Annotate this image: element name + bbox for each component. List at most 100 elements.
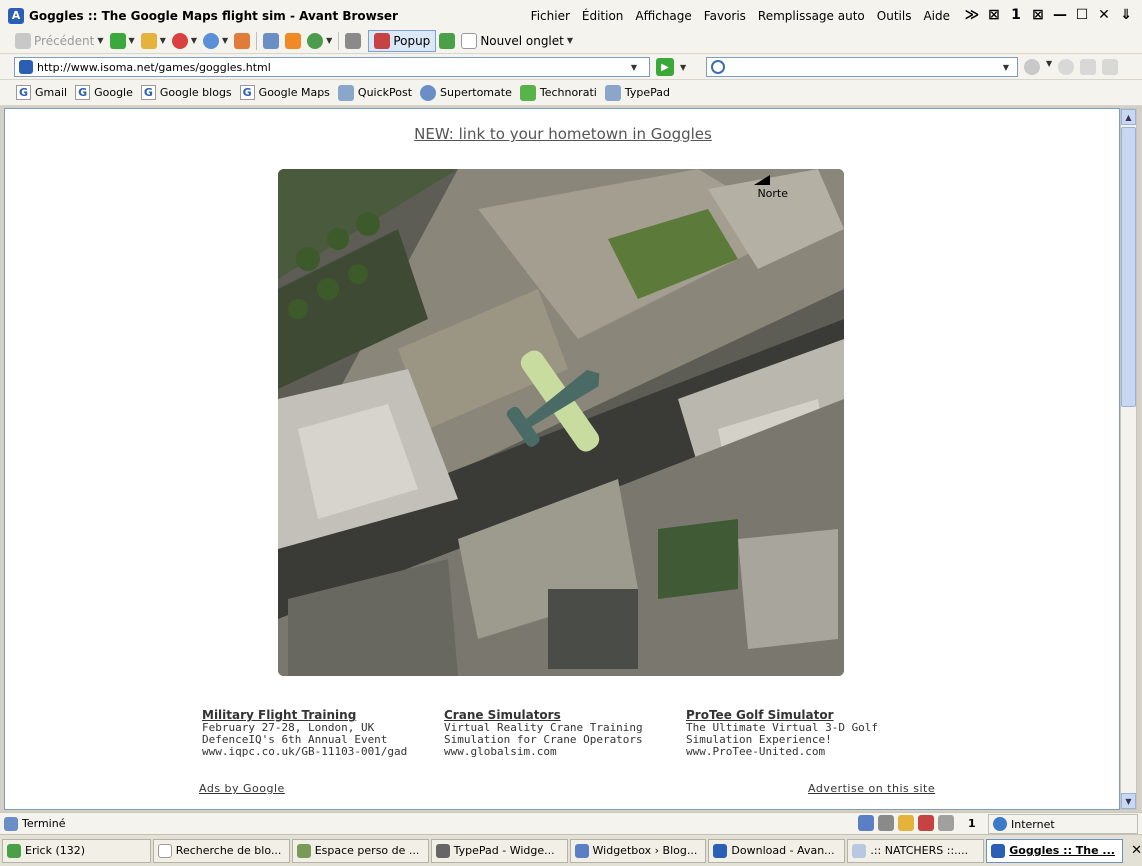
ad-title[interactable]: Military Flight Training — [202, 709, 438, 721]
forward-arrow-icon — [109, 32, 126, 49]
taskbar-item-typepad[interactable]: TypePad - Widge... — [430, 838, 568, 863]
ad-title[interactable]: Crane Simulators — [444, 709, 680, 721]
bookmark-label: Google — [94, 86, 133, 99]
chevron-down-icon[interactable]: ▼ — [222, 36, 228, 45]
google-icon: G — [140, 85, 156, 100]
history-button[interactable]: ▼ — [304, 30, 335, 52]
maximize-icon[interactable]: ☐ — [1074, 7, 1090, 23]
bookmark-google[interactable]: G Google — [71, 85, 137, 100]
chevron-down-icon[interactable]: ▼ — [999, 63, 1013, 72]
task-label: Recherche de blo... — [175, 844, 282, 857]
rss-button[interactable] — [282, 30, 304, 52]
ad-crane-simulators[interactable]: Crane Simulators Virtual Reality Crane T… — [444, 709, 680, 758]
download-arrow-icon[interactable]: ⇓ — [1118, 7, 1134, 23]
menu-edition[interactable]: Édition — [576, 9, 630, 23]
taskbar-item-espace-perso[interactable]: Espace perso de ... — [291, 838, 429, 863]
flash-button[interactable] — [436, 30, 458, 52]
search-go-icon[interactable] — [1024, 59, 1040, 75]
taskbar-item-widgetbox[interactable]: Widgetbox › Blog... — [569, 838, 707, 863]
toolbar-divider — [338, 31, 340, 50]
menu-favoris[interactable]: Favoris — [698, 9, 752, 23]
menu-fichier[interactable]: Fichier — [525, 9, 576, 23]
chevron-down-icon[interactable]: ▼ — [160, 36, 166, 45]
advertise-link[interactable]: Advertise on this site — [808, 782, 935, 795]
chevron-down-icon[interactable]: ▼ — [97, 36, 103, 45]
address-input[interactable] — [37, 60, 627, 74]
ad-military-flight-training[interactable]: Military Flight Training February 27-28,… — [202, 709, 438, 758]
chevron-down-icon[interactable]: ▼ — [326, 36, 332, 45]
chevron-down-icon[interactable]: ▼ — [129, 36, 135, 45]
typepad-icon — [604, 84, 621, 101]
ad-title[interactable]: ProTee Golf Simulator — [686, 709, 922, 721]
ad-protee-golf[interactable]: ProTee Golf Simulator The Ultimate Virtu… — [686, 709, 922, 758]
bookmark-google-blogs[interactable]: G Google blogs — [137, 85, 236, 100]
chevron-down-icon[interactable]: ▼ — [680, 63, 686, 72]
new-tab-button[interactable]: Nouvel onglet ▼ — [458, 30, 576, 52]
bookmark-technorati[interactable]: Technorati — [516, 84, 601, 101]
popup-blocked-icon[interactable] — [918, 815, 934, 831]
window-controls: ≫ ⊠ 1 ⊠ — ☐ ✕ ⇓ — [964, 7, 1134, 23]
refresh-button[interactable]: ▼ — [200, 30, 231, 52]
minimize-icon[interactable]: — — [1052, 7, 1068, 23]
menu-remplissage-auto[interactable]: Remplissage auto — [752, 9, 871, 23]
taskbar-item-download[interactable]: Download - Avan... — [708, 838, 846, 863]
taskbar-item-goggles[interactable]: Goggles :: The ... — [986, 838, 1124, 863]
page-status-icon — [4, 816, 18, 831]
close-icon[interactable]: ✕ — [1096, 7, 1112, 23]
scroll-down-icon[interactable]: ▼ — [1121, 793, 1136, 809]
stop-button[interactable]: ▼ — [169, 30, 200, 52]
taskbar-item-natchers[interactable]: .:: NATCHERS ::.... — [847, 838, 985, 863]
ads-by-google-link[interactable]: Ads by Google — [199, 782, 285, 795]
bookmark-supertomate[interactable]: Supertomate — [416, 84, 516, 101]
chevron-down-icon[interactable]: ▼ — [191, 36, 197, 45]
bookmark-gmail[interactable]: G Gmail — [12, 85, 71, 100]
hometown-link[interactable]: NEW: link to your hometown in Goggles — [5, 125, 1119, 143]
flight-sim-map[interactable]: Norte — [278, 169, 844, 676]
home-button[interactable] — [231, 30, 253, 52]
bookmark-quickpost[interactable]: QuickPost — [334, 84, 416, 101]
favorites-button[interactable] — [260, 30, 282, 52]
find-icon[interactable] — [1080, 59, 1097, 75]
forward-button[interactable]: ▼ — [107, 30, 138, 52]
tools-icon[interactable] — [938, 815, 954, 831]
popup-blocker-button[interactable]: Popup — [368, 29, 437, 52]
ad-url: www.iqpc.co.uk/GB-11103-001/gad — [202, 745, 408, 758]
taskbar: Erick (132) Recherche de blo... Espace p… — [0, 834, 1142, 866]
network-icon[interactable] — [878, 815, 894, 831]
bookmark-google-maps[interactable]: G Google Maps — [236, 85, 334, 100]
chevron-down-icon[interactable]: ▼ — [567, 36, 573, 45]
taskbar-item-erick[interactable]: Erick (132) — [2, 838, 151, 863]
globe-icon — [993, 817, 1007, 831]
close-icon[interactable]: ✕ — [1131, 843, 1142, 858]
highlight-icon[interactable] — [1058, 59, 1075, 75]
menu-outils[interactable]: Outils — [871, 9, 918, 23]
menu-affichage[interactable]: Affichage — [629, 9, 697, 23]
single-window-icon[interactable]: 1 — [1008, 7, 1024, 23]
pen-icon[interactable] — [1102, 59, 1119, 75]
search-input[interactable] — [729, 61, 999, 73]
link-icon[interactable] — [858, 815, 874, 831]
space-icon — [296, 843, 311, 858]
go-button[interactable]: ▶ — [656, 58, 674, 76]
search-icon[interactable] — [711, 60, 725, 74]
google-icon: G — [75, 85, 91, 100]
taskbar-item-recherche[interactable]: Recherche de blo... — [152, 838, 290, 863]
close-tab-icon[interactable]: ⊠ — [1030, 7, 1046, 23]
close-all-icon[interactable]: ⊠ — [986, 7, 1002, 23]
trash-button[interactable] — [342, 30, 364, 52]
menu-aide[interactable]: Aide — [917, 9, 956, 23]
scroll-thumb[interactable] — [1121, 127, 1136, 407]
bookmark-label: Supertomate — [440, 86, 512, 99]
menu-bar: Fichier Édition Affichage Favoris Rempli… — [525, 9, 956, 23]
chevron-down-icon[interactable]: ▼ — [1046, 59, 1052, 75]
vertical-scrollbar[interactable]: ▲ ▼ — [1120, 108, 1137, 810]
google-icon: G — [239, 85, 255, 100]
up-button[interactable]: ▼ — [138, 30, 169, 52]
back-button[interactable]: Précédent ▼ — [12, 30, 107, 52]
scroll-up-icon[interactable]: ▲ — [1121, 109, 1136, 125]
chevron-down-icon[interactable]: ▼ — [627, 63, 641, 72]
more-icon[interactable]: ≫ — [964, 7, 980, 23]
music-icon[interactable] — [898, 815, 914, 831]
bookmark-typepad[interactable]: TypePad — [601, 84, 674, 101]
up-folder-icon — [140, 32, 157, 49]
